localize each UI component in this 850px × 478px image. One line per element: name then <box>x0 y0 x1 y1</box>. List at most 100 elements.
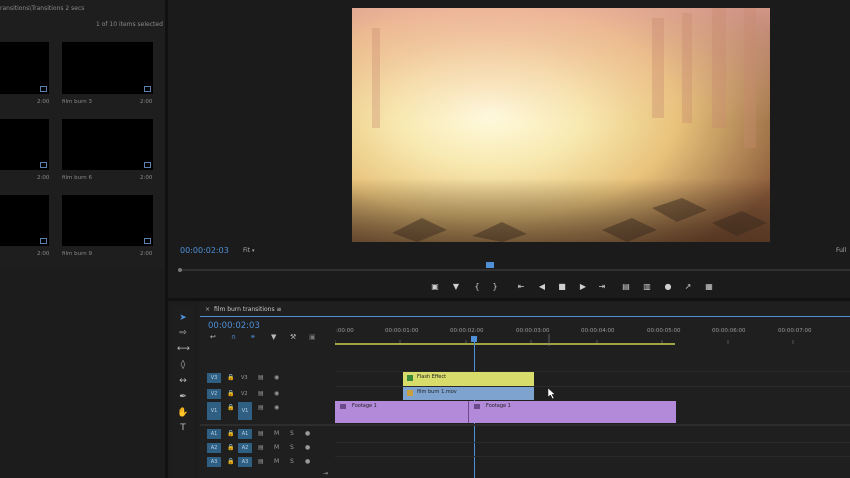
go-to-in-icon[interactable]: ⇤ <box>516 282 526 292</box>
video-audio-divider[interactable] <box>200 424 850 426</box>
go-to-out-icon[interactable]: ⇥ <box>597 282 607 292</box>
lock-icon[interactable]: 🔒 <box>227 430 234 437</box>
wrench-icon[interactable]: ⚒ <box>290 333 296 341</box>
chevron-down-icon: ▾ <box>251 248 255 254</box>
overwrite-icon[interactable]: ▦ <box>704 282 714 292</box>
timeline-ruler[interactable] <box>335 334 850 346</box>
source-patch-a2[interactable]: A2 <box>207 443 221 453</box>
monitor-time-ruler[interactable] <box>176 262 850 272</box>
clip-thumbnail[interactable] <box>62 42 153 94</box>
clip-thumbnail[interactable] <box>0 195 49 246</box>
captions-icon[interactable]: ▣ <box>309 333 316 341</box>
selection-tool-icon[interactable]: ➤ <box>177 312 189 324</box>
lock-icon[interactable]: 🔒 <box>227 390 234 397</box>
go-to-end-icon[interactable]: ⇥ <box>323 470 328 477</box>
lift-icon[interactable]: ▤ <box>621 282 631 292</box>
clip-film-burn[interactable]: film burn 1.mov <box>403 387 534 400</box>
stop-icon[interactable]: ■ <box>557 282 567 292</box>
track-target-a1[interactable]: A1 <box>238 429 252 439</box>
sync-lock-icon[interactable]: ▤ <box>258 404 264 411</box>
export-frame-icon[interactable]: ● <box>663 282 673 292</box>
resolution-dropdown[interactable]: Full <box>836 247 846 254</box>
track-select-tool-icon[interactable]: ⇨ <box>177 327 189 339</box>
sync-lock-icon[interactable]: ▤ <box>258 374 264 381</box>
monitor-playhead[interactable] <box>486 262 494 268</box>
eye-icon[interactable]: ◉ <box>274 390 279 397</box>
hand-tool-icon[interactable]: ✋ <box>177 407 189 419</box>
razor-tool-icon[interactable]: ◊ <box>177 359 189 371</box>
add-marker-icon[interactable]: ▼ <box>271 333 276 341</box>
clip-thumbnail[interactable] <box>62 119 153 170</box>
insert-icon[interactable]: ↗ <box>683 282 693 292</box>
clip-flash-effect[interactable]: Flash Effect <box>403 372 534 386</box>
slip-tool-icon[interactable]: ↔ <box>177 375 189 387</box>
menu-icon[interactable]: ≡ <box>277 306 282 313</box>
sequence-badge-icon <box>40 162 47 168</box>
source-patch-a1[interactable]: A1 <box>207 429 221 439</box>
sync-lock-icon[interactable]: ▤ <box>258 390 264 397</box>
track-target-a2[interactable]: A2 <box>238 443 252 453</box>
pen-tool-icon[interactable]: ✒ <box>177 391 189 403</box>
track-target-a3[interactable]: A3 <box>238 457 252 467</box>
close-icon[interactable]: × <box>205 306 210 313</box>
sync-lock-icon[interactable]: ▤ <box>258 444 264 451</box>
mark-in-icon[interactable]: { <box>472 282 482 292</box>
ripple-edit-tool-icon[interactable]: ⟷ <box>177 343 190 355</box>
lift-overlay-icon[interactable]: ▣ <box>430 282 440 292</box>
solo-button[interactable]: S <box>290 430 294 437</box>
clip-name: film burn 9 <box>62 251 92 257</box>
mouse-cursor-icon <box>548 388 556 399</box>
marker-icon[interactable]: ▼ <box>451 282 461 292</box>
sequence-tab[interactable]: film burn transitions ≡ <box>214 306 282 313</box>
mark-out-icon[interactable]: } <box>490 282 500 292</box>
type-tool-icon[interactable]: T <box>177 422 189 434</box>
tools-panel: ➤ ⇨ ⟷ ◊ ↔ ✒ ✋ T <box>172 305 194 478</box>
eye-icon[interactable]: ◉ <box>274 404 279 411</box>
clip-thumbnail[interactable] <box>0 119 49 170</box>
source-patch-v3[interactable]: V3 <box>207 373 221 383</box>
lock-icon[interactable]: 🔒 <box>227 444 234 451</box>
eye-icon[interactable]: ◉ <box>274 374 279 381</box>
extract-icon[interactable]: ▥ <box>642 282 652 292</box>
sequence-badge-icon <box>40 86 47 92</box>
snap-icon[interactable]: ∩ <box>231 333 236 341</box>
lock-icon[interactable]: 🔒 <box>227 374 234 381</box>
clip-thumbnail[interactable] <box>0 42 49 94</box>
microphone-icon[interactable]: ● <box>305 458 310 465</box>
mute-button[interactable]: M <box>274 444 279 451</box>
linked-selection-icon[interactable]: ⚭ <box>250 333 256 341</box>
track-target-v1[interactable]: V1 <box>238 402 252 420</box>
clip-label: film burn 1.mov <box>417 389 457 395</box>
clip-footage-b[interactable]: Footage 1 <box>469 401 676 423</box>
sequence-tab-label: film burn transitions <box>214 306 275 313</box>
microphone-icon[interactable]: ● <box>305 444 310 451</box>
lock-icon[interactable]: 🔒 <box>227 458 234 465</box>
mute-button[interactable]: M <box>274 458 279 465</box>
nest-toggle-icon[interactable]: ↩ <box>210 333 216 341</box>
source-patch-a3[interactable]: A3 <box>207 457 221 467</box>
sync-lock-icon[interactable]: ▤ <box>258 458 264 465</box>
clip-thumbnail[interactable] <box>62 195 153 246</box>
clip-duration: 2:00 <box>140 251 153 257</box>
solo-button[interactable]: S <box>290 444 294 451</box>
fx-badge-icon <box>474 404 480 409</box>
lock-icon[interactable]: 🔒 <box>227 404 234 411</box>
source-patch-v2[interactable]: V2 <box>207 389 221 399</box>
clip-footage-a[interactable]: Footage 1 <box>335 401 469 423</box>
clip-label: Flash Effect <box>417 374 447 380</box>
clip-duration: 2:00 <box>140 175 153 181</box>
panel-divider[interactable] <box>168 298 850 301</box>
playhead-timecode[interactable]: 00:00:02:03 <box>180 246 229 255</box>
sequence-badge-icon <box>144 238 151 244</box>
sequence-timecode[interactable]: 00:00:02:03 <box>208 321 260 331</box>
step-forward-icon[interactable]: ▶ <box>578 282 588 292</box>
step-back-icon[interactable]: ◀ <box>537 282 547 292</box>
solo-button[interactable]: S <box>290 458 294 465</box>
clip-name: film burn 3 <box>62 99 92 105</box>
sync-lock-icon[interactable]: ▤ <box>258 430 264 437</box>
zoom-dropdown[interactable]: Fit ▾ <box>243 247 254 254</box>
microphone-icon[interactable]: ● <box>305 430 310 437</box>
fx-badge-icon <box>407 375 413 381</box>
mute-button[interactable]: M <box>274 430 279 437</box>
source-patch-v1[interactable]: V1 <box>207 402 221 420</box>
